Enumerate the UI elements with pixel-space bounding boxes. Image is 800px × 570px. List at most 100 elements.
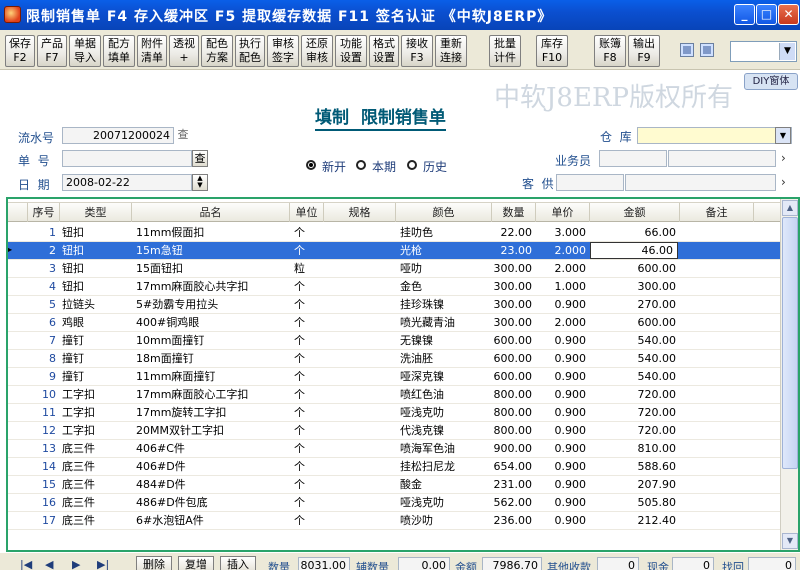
cell-qty[interactable]: 600.00 (492, 332, 536, 349)
radio-new[interactable] (306, 160, 316, 170)
cell-price[interactable]: 0.900 (536, 440, 590, 457)
cell-qty[interactable]: 23.00 (492, 242, 536, 259)
cell-idx[interactable]: 5 (28, 296, 60, 313)
col-header-price[interactable]: 单价 (536, 203, 590, 222)
cell-unit[interactable]: 个 (290, 332, 324, 349)
table-row[interactable]: 15 底三件 484#D件个 酸金 231.00 0.900 207.90 (8, 476, 780, 494)
col-header-note[interactable]: 备注 (680, 203, 754, 222)
vertical-scrollbar[interactable]: ▲ ▼ (780, 199, 798, 550)
fill-color-button[interactable]: 配方 填单 (103, 35, 135, 67)
table-row[interactable]: ▶ 2 钮扣 15m急钮个 光枪 23.00 2.000 46.00 (8, 242, 780, 260)
cell-qty[interactable]: 800.00 (492, 422, 536, 439)
cell-qty[interactable]: 654.00 (492, 458, 536, 475)
cell-spec[interactable] (324, 260, 396, 277)
cell-name[interactable]: 11mm麻面撞钉 (132, 368, 290, 385)
cell-type[interactable]: 底三件 (60, 512, 132, 529)
cell-price[interactable]: 0.900 (536, 296, 590, 313)
cell-type[interactable]: 撞钉 (60, 350, 132, 367)
cell-name[interactable]: 15面钮扣 (132, 260, 290, 277)
cell-unit[interactable]: 个 (290, 458, 324, 475)
col-header-name[interactable]: 品名 (132, 203, 290, 222)
cell-amount[interactable]: 207.90 (590, 476, 680, 493)
cell-price[interactable]: 3.000 (536, 224, 590, 241)
cell-type[interactable]: 钮扣 (60, 242, 132, 259)
cell-type[interactable]: 底三件 (60, 440, 132, 457)
cell-spec[interactable] (324, 494, 396, 511)
cell-amount[interactable]: 66.00 (590, 224, 680, 241)
cell-idx[interactable]: 10 (28, 386, 60, 403)
serial-search-button[interactable]: 查 (175, 127, 191, 144)
copy-row-button[interactable]: 复增 (178, 556, 214, 570)
cell-unit[interactable]: 个 (290, 476, 324, 493)
cell-unit[interactable]: 个 (290, 278, 324, 295)
ledger-button[interactable]: 账簿 F8 (594, 35, 626, 67)
cell-type[interactable]: 鸡眼 (60, 314, 132, 331)
cell-spec[interactable] (324, 404, 396, 421)
insert-row-button[interactable]: 插入 (220, 556, 256, 570)
cell-type[interactable]: 工字扣 (60, 386, 132, 403)
cell-idx[interactable]: 3 (28, 260, 60, 277)
table-row[interactable]: 14 底三件 406#D件个 挂松扫尼龙 654.00 0.900 588.60 (8, 458, 780, 476)
cell-note[interactable] (680, 476, 754, 493)
cell-type[interactable]: 撞钉 (60, 368, 132, 385)
color-scheme-button[interactable]: 配色 方案 (201, 35, 233, 67)
warehouse-field[interactable] (637, 127, 792, 144)
cell-color[interactable]: 挂松扫尼龙 (396, 458, 492, 475)
cell-color[interactable]: 哑叻 (396, 260, 492, 277)
cell-type[interactable]: 工字扣 (60, 404, 132, 421)
cell-amount[interactable]: 540.00 (590, 332, 680, 349)
cell-amount[interactable]: 588.60 (590, 458, 680, 475)
cell-amount[interactable]: 540.00 (590, 350, 680, 367)
minimize-button[interactable]: _ (734, 4, 755, 25)
salesman-name-field[interactable] (668, 150, 776, 167)
radio-period[interactable] (356, 160, 366, 170)
serial-field[interactable]: 20071200024 (62, 127, 174, 144)
cell-unit[interactable]: 个 (290, 314, 324, 331)
cell-price[interactable]: 0.900 (536, 368, 590, 385)
cell-idx[interactable]: 16 (28, 494, 60, 511)
cell-color[interactable]: 哑浅克叻 (396, 494, 492, 511)
cell-color[interactable]: 挂珍珠镍 (396, 296, 492, 313)
cell-spec[interactable] (324, 296, 396, 313)
scroll-thumb[interactable] (782, 217, 798, 469)
col-header-amount[interactable]: 金额 (590, 203, 680, 222)
cell-color[interactable]: 金色 (396, 278, 492, 295)
cell-price[interactable]: 0.900 (536, 404, 590, 421)
cell-spec[interactable] (324, 314, 396, 331)
cell-type[interactable]: 钮扣 (60, 278, 132, 295)
cell-name[interactable]: 10mm面撞钉 (132, 332, 290, 349)
cell-qty[interactable]: 22.00 (492, 224, 536, 241)
cell-name[interactable]: 20MM双针工字扣 (132, 422, 290, 439)
cell-type[interactable]: 钮扣 (60, 224, 132, 241)
cell-amount[interactable]: 540.00 (590, 368, 680, 385)
cash-field[interactable]: 0 (672, 557, 714, 570)
cell-idx[interactable]: 12 (28, 422, 60, 439)
customer-code-field[interactable] (556, 174, 624, 191)
product-button[interactable]: 产品 F7 (37, 35, 67, 67)
restore-review-button[interactable]: 还原 审核 (301, 35, 333, 67)
cell-name[interactable]: 15m急钮 (132, 242, 290, 259)
cell-color[interactable]: 喷海军色油 (396, 440, 492, 457)
attachment-button[interactable]: 附件 清单 (137, 35, 167, 67)
cell-name[interactable]: 17mm麻面胶心共字扣 (132, 278, 290, 295)
cell-idx[interactable]: 8 (28, 350, 60, 367)
salesman-code-field[interactable] (599, 150, 667, 167)
cell-color[interactable]: 无镍镍 (396, 332, 492, 349)
diy-form-button[interactable]: DIY窗体 (744, 73, 798, 90)
col-header-qty[interactable]: 数量 (492, 203, 536, 222)
cell-price[interactable]: 0.900 (536, 350, 590, 367)
close-button[interactable]: ✕ (778, 4, 799, 25)
cell-qty[interactable]: 300.00 (492, 278, 536, 295)
cell-qty[interactable]: 236.00 (492, 512, 536, 529)
cell-note[interactable] (680, 224, 754, 241)
cell-spec[interactable] (324, 368, 396, 385)
cell-unit[interactable]: 个 (290, 422, 324, 439)
cell-unit[interactable]: 个 (290, 404, 324, 421)
cell-idx[interactable]: 13 (28, 440, 60, 457)
cell-note[interactable] (680, 260, 754, 277)
cell-spec[interactable] (324, 386, 396, 403)
table-row[interactable]: 6 鸡眼 400#铜鸡眼个 喷光藏青油 300.00 2.000 600.00 (8, 314, 780, 332)
receive-button[interactable]: 接收 F3 (401, 35, 433, 67)
cell-name[interactable]: 484#D件 (132, 476, 290, 493)
cell-qty[interactable]: 900.00 (492, 440, 536, 457)
